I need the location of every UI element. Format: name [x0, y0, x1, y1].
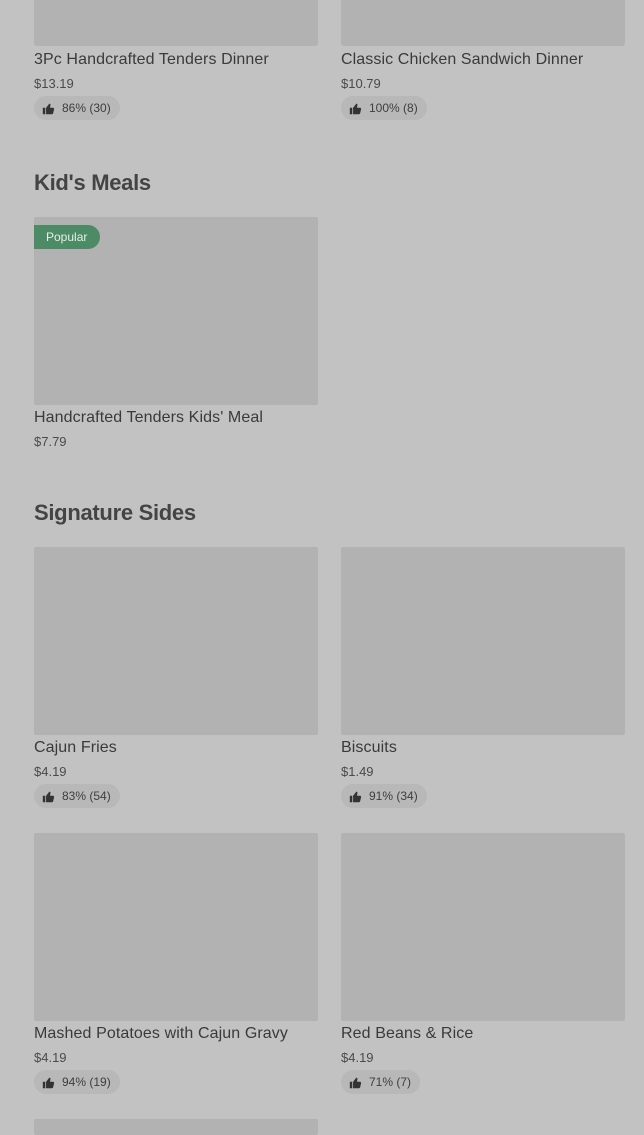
item-price: $4.19 [341, 1050, 374, 1065]
item-price: $4.19 [34, 764, 67, 779]
menu-item-card[interactable]: Classic Chicken Sandwich Dinner $10.79 1… [341, 0, 625, 122]
rating-badge: 71% (7) [341, 1070, 421, 1094]
rating-text: 83% (54) [62, 789, 111, 803]
item-image [34, 1119, 318, 1135]
item-image [34, 547, 318, 735]
section-title-kids-meals: Kid's Meals [34, 170, 151, 195]
section-title-signature-sides: Signature Sides [34, 500, 196, 525]
item-name: Handcrafted Tenders Kids' Meal [34, 409, 263, 426]
rating-text: 91% (34) [369, 789, 418, 803]
thumbs-up-icon [42, 1077, 55, 1088]
item-name: Mashed Potatoes with Cajun Gravy [34, 1025, 288, 1042]
thumbs-up-icon [349, 791, 362, 802]
item-price: $7.79 [34, 434, 67, 449]
item-image [34, 833, 318, 1021]
item-name: Biscuits [341, 739, 397, 756]
thumbs-up-icon [42, 103, 55, 114]
item-price: $4.19 [34, 1050, 67, 1065]
rating-text: 94% (19) [62, 1075, 111, 1089]
rating-text: 86% (30) [62, 101, 111, 115]
rating-text: 71% (7) [369, 1075, 412, 1089]
item-name: Classic Chicken Sandwich Dinner [341, 51, 584, 68]
item-price: $1.49 [341, 764, 374, 779]
rating-text: 100% (8) [369, 101, 418, 115]
menu-item-card[interactable]: Biscuits $1.49 91% (34) [341, 547, 625, 811]
thumbs-up-icon [349, 1077, 362, 1088]
menu-item-card[interactable]: Cajun Fries $4.19 83% (54) [34, 547, 318, 811]
item-image [34, 0, 318, 46]
item-image [341, 0, 625, 46]
thumbs-up-icon [349, 103, 362, 114]
menu-item-card[interactable]: 3Pc Handcrafted Tenders Dinner $13.19 86… [34, 0, 318, 122]
item-name: Red Beans & Rice [341, 1025, 474, 1042]
popular-badge: Popular [34, 225, 101, 249]
menu-item-card[interactable]: Mashed Potatoes with Cajun Gravy $4.19 9… [34, 833, 318, 1097]
item-image [341, 547, 625, 735]
menu-item-card[interactable] [34, 1119, 318, 1135]
rating-badge: 86% (30) [34, 96, 120, 120]
menu-item-card[interactable]: Popular Handcrafted Tenders Kids' Meal $… [34, 217, 318, 457]
item-name: Cajun Fries [34, 739, 117, 756]
rating-badge: 83% (54) [34, 784, 120, 808]
menu-item-card[interactable]: Red Beans & Rice $4.19 71% (7) [341, 833, 625, 1097]
item-image [341, 833, 625, 1021]
item-price: $13.19 [34, 76, 74, 91]
thumbs-up-icon [42, 791, 55, 802]
rating-badge: 100% (8) [341, 96, 427, 120]
item-price: $10.79 [341, 76, 381, 91]
item-name: 3Pc Handcrafted Tenders Dinner [34, 51, 269, 68]
rating-badge: 91% (34) [341, 784, 427, 808]
rating-badge: 94% (19) [34, 1070, 120, 1094]
